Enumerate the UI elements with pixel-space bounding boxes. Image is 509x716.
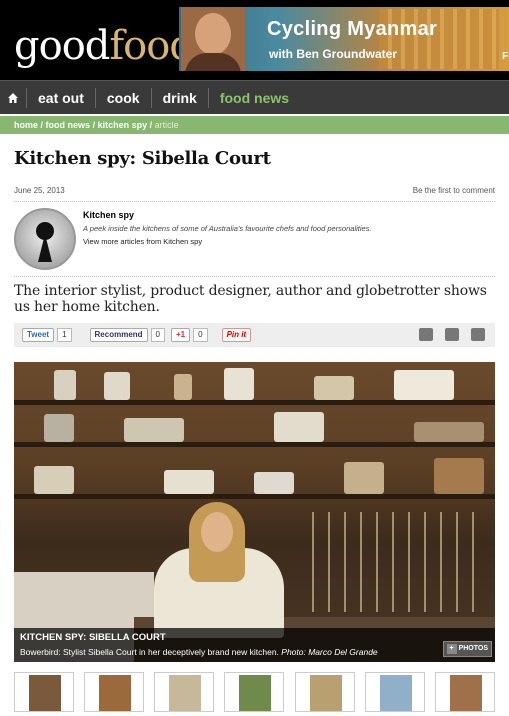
breadcrumb-home[interactable]: home <box>14 120 38 130</box>
recommend-label: Recommend <box>89 328 148 342</box>
thumbnail-image <box>99 675 132 711</box>
breadcrumb: home / food news / kitchen spy / article <box>0 116 509 134</box>
main-nav: eat out cook drink food news <box>0 80 509 114</box>
banner-portrait-image <box>181 7 245 71</box>
banner-title: Cycling Myanmar <box>267 18 438 40</box>
article-title: Kitchen spy: Sibella Court <box>14 148 271 169</box>
thumbnail[interactable] <box>434 672 495 712</box>
thumbnail-image <box>309 675 342 711</box>
photos-button[interactable]: + PHOTOS <box>442 641 492 657</box>
column-avatar[interactable] <box>14 208 76 270</box>
pinterest-button[interactable]: Pin it <box>221 328 252 342</box>
site-header: goodfood Cycling Myanmar with Ben Ground… <box>0 0 509 80</box>
breadcrumb-article: article <box>154 120 179 130</box>
nav-item-drink[interactable]: drink <box>152 90 208 106</box>
photo-caption: KITCHEN SPY: SIBELLA COURT Bowerbird: St… <box>14 628 495 662</box>
article-date: June 25, 2013 <box>14 186 65 195</box>
thumbnail-image <box>29 675 61 711</box>
thumbnail-image <box>449 675 482 711</box>
pin-label: Pin it <box>221 328 252 342</box>
thumbnail[interactable] <box>154 672 215 712</box>
thumbnail-image <box>379 675 412 711</box>
divider <box>14 276 495 277</box>
recommend-count: 0 <box>150 328 165 342</box>
comment-link[interactable]: Be the first to comment <box>413 186 495 195</box>
thumbnail[interactable] <box>364 672 425 712</box>
thumbnail-strip <box>14 672 495 712</box>
article-meta: June 25, 2013 Be the first to comment <box>14 186 495 195</box>
tweet-count: 1 <box>57 328 72 342</box>
gplus-button[interactable]: +1 0 <box>171 328 208 342</box>
thumbnail[interactable] <box>294 672 355 712</box>
home-icon[interactable] <box>0 81 26 115</box>
tweet-button[interactable]: Tweet 1 <box>22 328 72 342</box>
recommend-button[interactable]: Recommend 0 <box>89 328 165 342</box>
plus-icon: + <box>446 644 457 654</box>
tweet-label: Tweet <box>22 328 55 342</box>
hero-photo[interactable]: KITCHEN SPY: SIBELLA COURT Bowerbird: St… <box>14 362 495 662</box>
caption-credit: Photo: Marco Del Grande <box>281 647 378 657</box>
divider <box>14 201 495 202</box>
photos-label: PHOTOS <box>458 645 488 652</box>
banner-subtitle: with Ben Groundwater <box>269 47 398 61</box>
share-icon[interactable] <box>471 328 485 341</box>
column-more-link[interactable]: View more articles from Kitchen spy <box>83 237 202 246</box>
thumbnail[interactable] <box>84 672 145 712</box>
breadcrumb-kitchen-spy[interactable]: kitchen spy <box>98 120 148 130</box>
thumbnail-image <box>239 675 272 711</box>
thumbnail-image <box>169 675 202 711</box>
caption-title: KITCHEN SPY: SIBELLA COURT <box>20 632 166 643</box>
nav-item-food-news[interactable]: food news <box>209 90 300 106</box>
goodfood-logo[interactable]: goodfood <box>14 23 195 69</box>
gplus-count: 0 <box>193 328 208 342</box>
logo-good: good <box>14 23 110 69</box>
social-bar: Tweet 1 Recommend 0 +1 0 Pin it <box>14 323 495 347</box>
article-tools <box>419 328 485 341</box>
nav-item-eat-out[interactable]: eat out <box>27 90 95 106</box>
column-name[interactable]: Kitchen spy <box>83 210 134 220</box>
column-description: A peek inside the kitchens of some of Au… <box>83 224 372 233</box>
banner-cut-text: FI <box>502 51 509 62</box>
caption-text: Bowerbird: Stylist Sibella Court in her … <box>20 647 489 657</box>
email-icon[interactable] <box>419 328 433 341</box>
thumbnail[interactable] <box>224 672 285 712</box>
print-icon[interactable] <box>445 328 459 341</box>
breadcrumb-food-news[interactable]: food news <box>46 120 91 130</box>
caption-body: Bowerbird: Stylist Sibella Court in her … <box>20 647 279 657</box>
ad-banner[interactable]: Cycling Myanmar with Ben Groundwater FI <box>179 7 509 71</box>
gplus-label: +1 <box>171 328 191 342</box>
thumbnail[interactable] <box>14 672 74 712</box>
nav-item-cook[interactable]: cook <box>96 90 151 106</box>
article-intro: The interior stylist, product designer, … <box>14 283 487 315</box>
